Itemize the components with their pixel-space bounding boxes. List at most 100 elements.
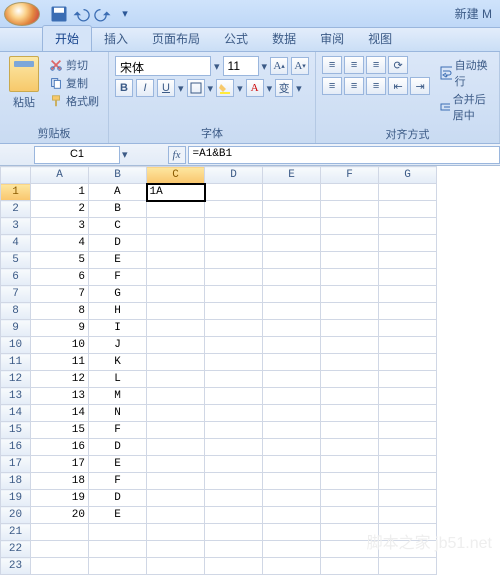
cell[interactable]: L — [89, 371, 147, 388]
cell[interactable] — [379, 507, 437, 524]
cell[interactable] — [205, 201, 263, 218]
cell[interactable] — [321, 490, 379, 507]
cell[interactable] — [205, 388, 263, 405]
cell[interactable]: 10 — [31, 337, 89, 354]
tab-页面布局[interactable]: 页面布局 — [140, 26, 212, 51]
row-header[interactable]: 17 — [1, 456, 31, 473]
row-header[interactable]: 13 — [1, 388, 31, 405]
worksheet[interactable]: ABCDEFG 11A1A22B33C44D55E66F77G88H99I101… — [0, 166, 500, 575]
cell[interactable] — [31, 541, 89, 558]
cell[interactable]: 19 — [31, 490, 89, 507]
cell[interactable] — [263, 456, 321, 473]
cell[interactable] — [147, 303, 205, 320]
cell[interactable]: 1 — [31, 184, 89, 201]
row-header[interactable]: 6 — [1, 269, 31, 286]
cell[interactable] — [263, 303, 321, 320]
cell[interactable] — [263, 405, 321, 422]
cell[interactable] — [205, 422, 263, 439]
row-header[interactable]: 15 — [1, 422, 31, 439]
cell[interactable] — [379, 303, 437, 320]
grid[interactable]: ABCDEFG 11A1A22B33C44D55E66F77G88H99I101… — [0, 166, 437, 575]
cell[interactable] — [147, 235, 205, 252]
cell[interactable] — [321, 235, 379, 252]
qat-save-icon[interactable] — [49, 4, 69, 24]
cell[interactable] — [147, 320, 205, 337]
cell[interactable]: 12 — [31, 371, 89, 388]
cell[interactable]: J — [89, 337, 147, 354]
cell[interactable] — [147, 371, 205, 388]
cell[interactable] — [205, 184, 263, 201]
cell[interactable]: E — [89, 252, 147, 269]
cell[interactable] — [147, 541, 205, 558]
cell[interactable] — [379, 473, 437, 490]
cell[interactable] — [263, 201, 321, 218]
qat-dropdown-icon[interactable]: ▾ — [115, 4, 135, 24]
grid-body[interactable]: 11A1A22B33C44D55E66F77G88H99I1010J1111K1… — [1, 184, 437, 575]
cell[interactable]: 17 — [31, 456, 89, 473]
cell[interactable] — [321, 473, 379, 490]
cell[interactable] — [205, 507, 263, 524]
cell[interactable]: 8 — [31, 303, 89, 320]
cell[interactable] — [147, 507, 205, 524]
row-header[interactable]: 21 — [1, 524, 31, 541]
tab-视图[interactable]: 视图 — [356, 26, 404, 51]
cell[interactable]: M — [89, 388, 147, 405]
align-left-button[interactable]: ≡ — [322, 77, 342, 95]
cell[interactable] — [263, 337, 321, 354]
cell[interactable] — [379, 422, 437, 439]
cell[interactable] — [263, 320, 321, 337]
cell[interactable] — [147, 252, 205, 269]
cell[interactable]: 7 — [31, 286, 89, 303]
cell[interactable] — [263, 490, 321, 507]
cell[interactable] — [263, 422, 321, 439]
italic-button[interactable]: I — [136, 79, 154, 97]
cell[interactable] — [263, 286, 321, 303]
fill-color-button[interactable] — [216, 79, 234, 97]
row-header[interactable]: 4 — [1, 235, 31, 252]
cell[interactable] — [147, 354, 205, 371]
cell[interactable] — [263, 388, 321, 405]
row-header[interactable]: 12 — [1, 371, 31, 388]
col-header-B[interactable]: B — [89, 167, 147, 184]
cell[interactable]: 15 — [31, 422, 89, 439]
cell[interactable] — [263, 252, 321, 269]
cell[interactable]: F — [89, 269, 147, 286]
row-header[interactable]: 23 — [1, 558, 31, 575]
cell[interactable] — [379, 354, 437, 371]
cell[interactable] — [263, 558, 321, 575]
row-header[interactable]: 19 — [1, 490, 31, 507]
cell[interactable] — [205, 405, 263, 422]
row-header[interactable]: 14 — [1, 405, 31, 422]
cell[interactable]: N — [89, 405, 147, 422]
cell[interactable] — [31, 524, 89, 541]
align-bottom-button[interactable]: ≡ — [366, 56, 386, 74]
select-all-corner[interactable] — [1, 167, 31, 184]
row-header[interactable]: 10 — [1, 337, 31, 354]
orientation-button[interactable]: ⟳ — [388, 56, 408, 74]
row-header[interactable]: 1 — [1, 184, 31, 201]
cell[interactable]: 14 — [31, 405, 89, 422]
cell[interactable] — [379, 371, 437, 388]
cell[interactable] — [379, 439, 437, 456]
tab-插入[interactable]: 插入 — [92, 26, 140, 51]
cell[interactable] — [89, 524, 147, 541]
row-header[interactable]: 20 — [1, 507, 31, 524]
row-header[interactable]: 22 — [1, 541, 31, 558]
cell[interactable] — [321, 184, 379, 201]
cell[interactable]: 6 — [31, 269, 89, 286]
cell[interactable] — [147, 286, 205, 303]
align-center-button[interactable]: ≡ — [344, 77, 364, 95]
row-header[interactable]: 11 — [1, 354, 31, 371]
indent-dec-button[interactable]: ⇤ — [388, 77, 408, 95]
col-header-D[interactable]: D — [205, 167, 263, 184]
merge-center-button[interactable]: 合并后居中 — [438, 90, 493, 124]
cell[interactable]: 5 — [31, 252, 89, 269]
cell[interactable] — [321, 303, 379, 320]
cell[interactable] — [205, 235, 263, 252]
cell[interactable] — [147, 422, 205, 439]
cell[interactable] — [31, 558, 89, 575]
cell[interactable] — [263, 524, 321, 541]
font-color-button[interactable]: A — [246, 79, 264, 97]
cell[interactable]: 4 — [31, 235, 89, 252]
cell[interactable]: B — [89, 201, 147, 218]
